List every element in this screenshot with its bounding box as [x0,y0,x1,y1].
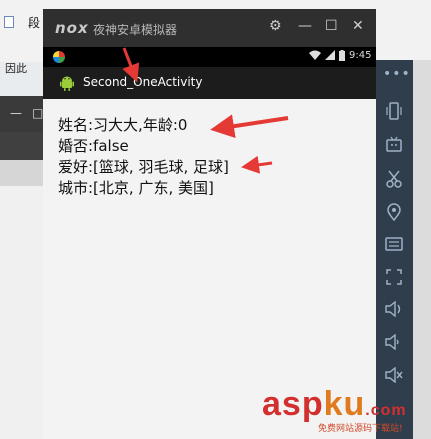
arrow-to-title [122,47,140,83]
watermark-tld: .com [365,402,407,419]
arrow-to-hobbies-line [241,155,273,174]
watermark-brand-a: asp [262,385,324,423]
watermark-brand-b: ku [323,385,366,423]
watermark-subtitle: 免费网站源码下载站! [318,424,403,434]
annotation-arrows [122,47,289,174]
aspku-watermark: aspku.com 免费网站源码下载站! [262,385,407,434]
arrow-to-name-line [210,114,289,139]
